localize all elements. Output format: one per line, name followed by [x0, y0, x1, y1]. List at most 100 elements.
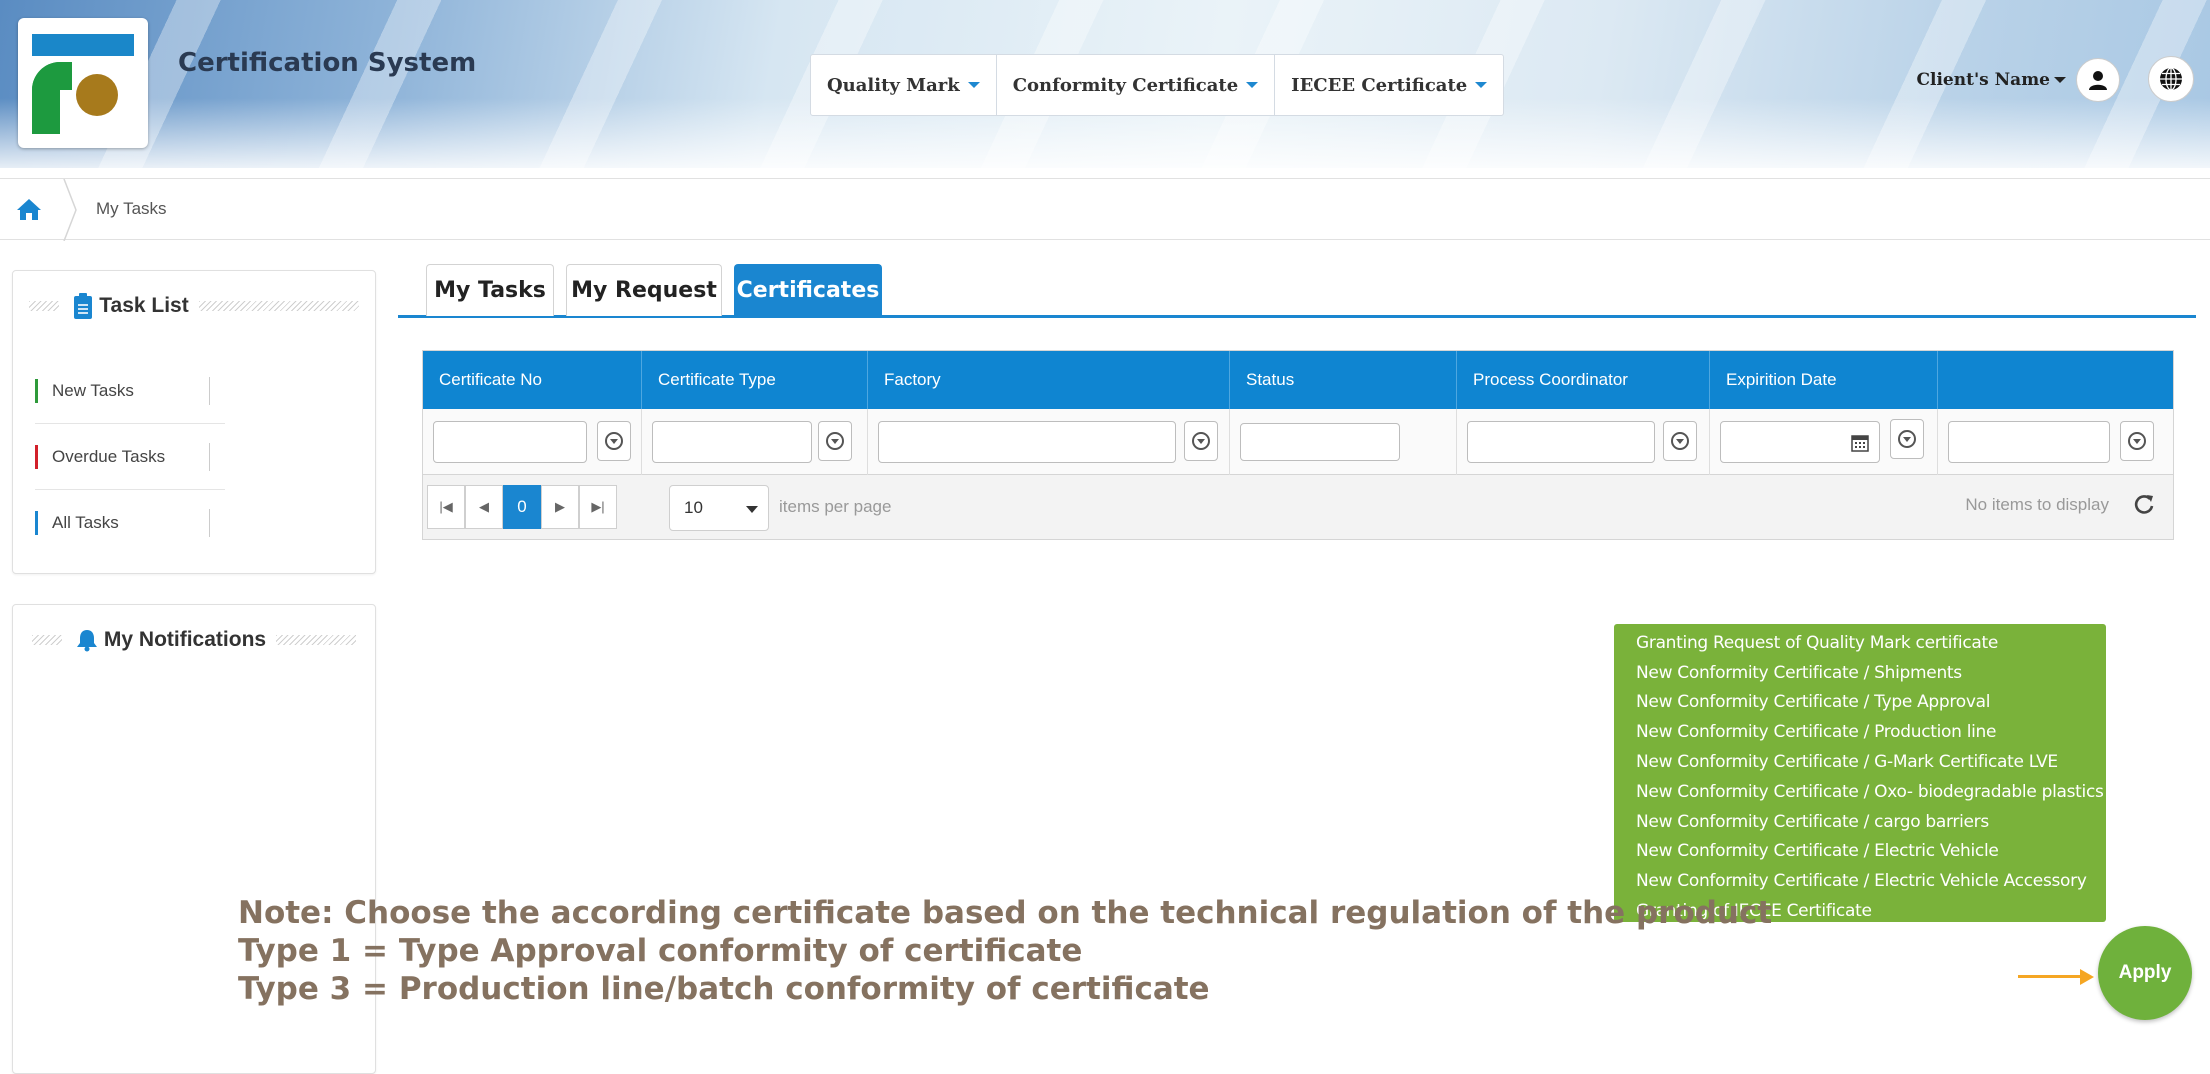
column-header-certificate-type[interactable]: Certificate Type: [642, 351, 868, 409]
top-navigation: Quality Mark Conformity Certificate IECE…: [810, 54, 1505, 116]
menu-item-type-approval[interactable]: New Conformity Certificate / Type Approv…: [1614, 688, 2106, 718]
language-globe-icon[interactable]: [2148, 56, 2194, 102]
column-header-factory[interactable]: Factory: [868, 351, 1230, 409]
page-size-value: 10: [684, 498, 703, 517]
calendar-icon[interactable]: [1851, 434, 1869, 457]
app-header: Certification System Quality Mark Confor…: [0, 0, 2210, 168]
column-header-status[interactable]: Status: [1230, 351, 1457, 409]
filter-icon[interactable]: [1184, 421, 1218, 461]
app-title: Certification System: [178, 48, 477, 78]
chevron-down-icon: [746, 506, 758, 513]
note-line: Type 1 = Type Approval conformity of cer…: [238, 933, 1083, 969]
tab-my-tasks[interactable]: My Tasks: [426, 264, 554, 316]
filter-cell: [1457, 409, 1710, 475]
previous-page-icon[interactable]: ◀: [465, 485, 503, 529]
sidebar-item-label: Overdue Tasks: [52, 447, 166, 466]
filter-input-expiration-date[interactable]: [1720, 421, 1880, 463]
app-logo[interactable]: [18, 18, 148, 148]
breadcrumb-separator: [63, 179, 77, 241]
divider: [209, 377, 210, 405]
menu-item-shipments[interactable]: New Conformity Certificate / Shipments: [1614, 658, 2106, 688]
status-marker: [35, 445, 38, 469]
pager-status: No items to display: [1965, 495, 2109, 514]
grid-header: Certificate No Certificate Type Factory …: [423, 351, 2173, 409]
page-size-select[interactable]: 10: [669, 485, 769, 531]
filter-icon[interactable]: [597, 421, 631, 461]
filter-icon[interactable]: [1890, 419, 1924, 459]
current-page[interactable]: 0: [503, 485, 541, 529]
column-header-process-coordinator[interactable]: Process Coordinator: [1457, 351, 1710, 409]
logo-stem-arc: [32, 62, 72, 90]
divider: [35, 423, 225, 424]
last-page-icon[interactable]: ▶|: [579, 485, 617, 529]
nav-label: Quality Mark: [827, 74, 960, 96]
chevron-down-icon: [1475, 82, 1488, 88]
apply-button[interactable]: Apply: [2098, 926, 2192, 1020]
notifications-header: My Notifications: [13, 623, 375, 657]
panel-title: Task List: [99, 294, 189, 317]
note-line: Note: Choose the according certificate b…: [238, 895, 1773, 931]
menu-item-production-line[interactable]: New Conformity Certificate / Production …: [1614, 717, 2106, 747]
chevron-down-icon: [967, 82, 980, 88]
nav-iecee-certificate[interactable]: IECEE Certificate: [1275, 55, 1503, 115]
sidebar-item-label: All Tasks: [52, 513, 119, 532]
filter-cell: [642, 409, 868, 475]
home-icon[interactable]: [16, 197, 42, 226]
status-marker: [35, 379, 38, 403]
panel-title: My Notifications: [103, 628, 267, 651]
chevron-down-icon: [2054, 77, 2066, 83]
nav-label: Conformity Certificate: [1012, 74, 1239, 96]
filter-input-certificate-type[interactable]: [652, 421, 812, 463]
clipboard-icon: [73, 292, 93, 320]
user-menu[interactable]: Client's Name: [1916, 58, 2120, 102]
menu-item-cargo-barriers[interactable]: New Conformity Certificate / cargo barri…: [1614, 807, 2106, 837]
sidebar-item-new-tasks[interactable]: New Tasks: [35, 377, 210, 405]
menu-item-ev-accessory[interactable]: New Conformity Certificate / Electric Ve…: [1614, 866, 2106, 896]
divider: [209, 443, 210, 471]
sidebar-item-label: New Tasks: [52, 381, 134, 400]
nav-label: IECEE Certificate: [1291, 74, 1468, 96]
user-name[interactable]: Client's Name: [1916, 70, 2050, 90]
column-header-certificate-no[interactable]: Certificate No: [423, 351, 642, 409]
nav-conformity-certificate[interactable]: Conformity Certificate: [997, 55, 1276, 115]
first-page-icon[interactable]: |◀: [427, 485, 465, 529]
sidebar-item-all-tasks[interactable]: All Tasks: [35, 509, 210, 537]
menu-item-g-mark[interactable]: New Conformity Certificate / G-Mark Cert…: [1614, 747, 2106, 777]
filter-input-extra[interactable]: [1948, 421, 2110, 463]
filter-cell: [868, 409, 1230, 475]
menu-item-oxo-plastics[interactable]: New Conformity Certificate / Oxo- biodeg…: [1614, 777, 2106, 807]
tab-my-request[interactable]: My Request: [566, 264, 722, 316]
pointer-arrow-head: [2080, 969, 2094, 985]
user-icon[interactable]: [2076, 58, 2120, 102]
column-header-empty: [1938, 351, 2175, 409]
filter-input-process-coordinator[interactable]: [1467, 421, 1655, 463]
sidebar-item-overdue-tasks[interactable]: Overdue Tasks: [35, 443, 210, 471]
filter-input-status[interactable]: [1240, 423, 1400, 461]
grid-pager: |◀ ◀ 0 ▶ ▶| 10 items per page No items t…: [423, 475, 2173, 541]
tab-bar: My Tasks My Request Certificates: [398, 264, 2196, 318]
decorative-hatch: [29, 301, 60, 311]
next-page-icon[interactable]: ▶: [541, 485, 579, 529]
status-marker: [35, 511, 38, 535]
decorative-hatch: [198, 301, 359, 311]
filter-input-certificate-no[interactable]: [433, 421, 587, 463]
task-list-panel: Task List New Tasks Overdue Tasks All Ta…: [12, 270, 376, 574]
filter-cell: [1938, 409, 2175, 475]
column-header-expiration-date[interactable]: Expirition Date: [1710, 351, 1938, 409]
refresh-icon[interactable]: [2133, 493, 2155, 520]
breadcrumb: My Tasks: [0, 178, 2210, 241]
filter-icon[interactable]: [2120, 421, 2154, 461]
filter-icon[interactable]: [1663, 421, 1697, 461]
divider: [209, 509, 210, 537]
chevron-down-icon: [1246, 82, 1259, 88]
filter-icon[interactable]: [818, 421, 852, 461]
certificates-grid: Certificate No Certificate Type Factory …: [422, 350, 2174, 540]
filter-input-factory[interactable]: [878, 421, 1176, 463]
tab-certificates[interactable]: Certificates: [734, 264, 882, 316]
menu-item-quality-mark[interactable]: Granting Request of Quality Mark certifi…: [1614, 628, 2106, 658]
menu-item-electric-vehicle[interactable]: New Conformity Certificate / Electric Ve…: [1614, 837, 2106, 867]
instruction-note: Note: Choose the according certificate b…: [238, 894, 1772, 1008]
filter-cell: [1710, 409, 1938, 475]
nav-quality-mark[interactable]: Quality Mark: [811, 55, 997, 115]
page-size-label: items per page: [779, 497, 892, 516]
